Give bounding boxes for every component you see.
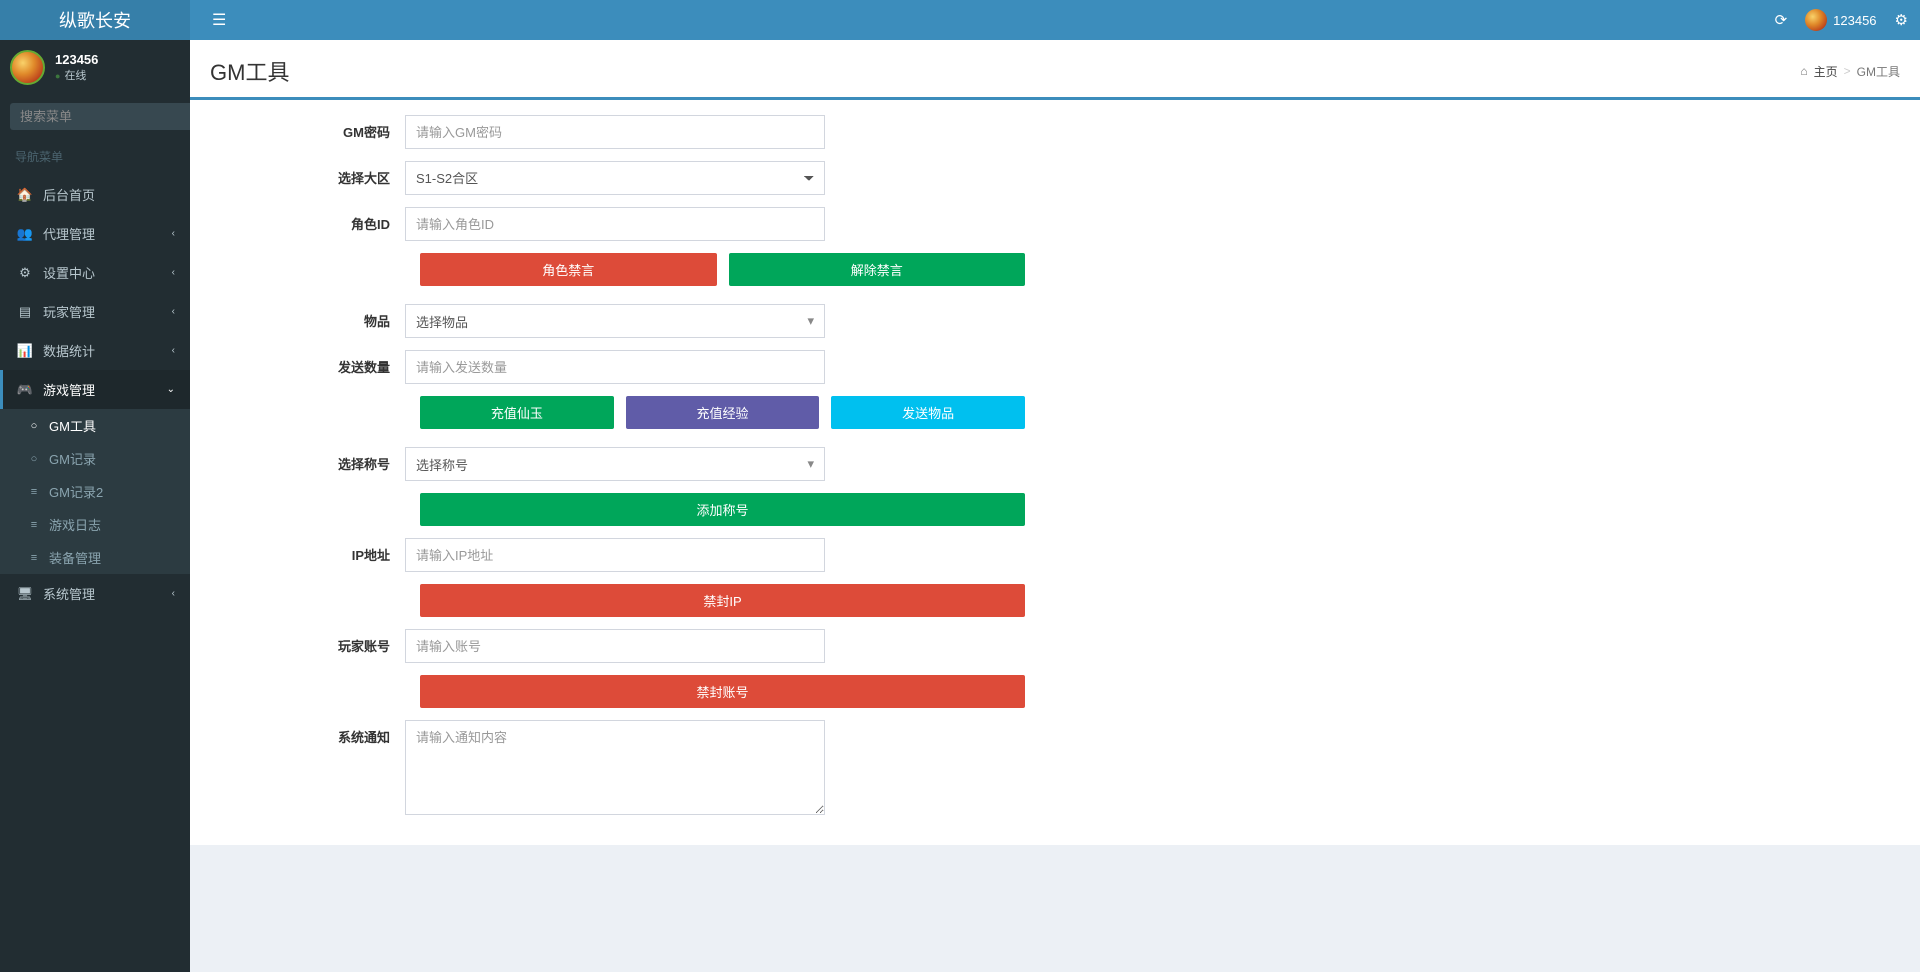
chevron-left-icon: ‹ [172, 588, 175, 599]
unban-role-button[interactable]: 解除禁言 [729, 253, 1026, 286]
zone-select[interactable]: S1-S2合区 [405, 161, 825, 195]
notice-textarea[interactable] [405, 720, 825, 815]
nav-settings[interactable]: ⚙ 设置中心 ‹ [0, 253, 190, 292]
nav-player[interactable]: ▤ 玩家管理 ‹ [0, 292, 190, 331]
title-label: 选择称号 [205, 447, 405, 473]
chevron-down-icon: ⌄ [167, 384, 175, 395]
chevron-left-icon: ‹ [172, 345, 175, 356]
sub-gm-log[interactable]: ○ GM记录 [0, 442, 190, 475]
gm-password-input[interactable] [405, 115, 825, 149]
nav-stats[interactable]: 📊 数据统计 ‹ [0, 331, 190, 370]
user-status: 在线 [55, 69, 98, 84]
cogs-icon: ⚙ [15, 265, 35, 281]
chevron-left-icon: ‹ [172, 228, 175, 239]
content-header: GM工具 ⌂ 主页 > GM工具 [190, 40, 1920, 100]
hamburger-icon[interactable]: ☰ [202, 10, 236, 30]
nav-system[interactable]: 🖥 系统管理 ‹ [0, 574, 190, 613]
avatar [10, 50, 45, 85]
title-select[interactable]: 选择称号 [405, 447, 825, 481]
add-title-button[interactable]: 添加称号 [420, 493, 1025, 526]
recharge-exp-button[interactable]: 充值经验 [626, 396, 820, 429]
circle-icon: ○ [25, 420, 43, 432]
desktop-icon: 🖥 [15, 586, 35, 602]
file-icon: ▤ [15, 304, 35, 320]
nav-game[interactable]: 🎮 游戏管理 ⌄ [0, 370, 190, 409]
nav-header: 导航菜单 [0, 138, 190, 175]
chart-icon: 📊 [15, 343, 35, 359]
item-label: 物品 [205, 304, 405, 330]
dashboard-icon: ⌂ [1800, 64, 1807, 78]
nav-agent[interactable]: 👥 代理管理 ‹ [0, 214, 190, 253]
home-icon: 🏠 [15, 187, 35, 203]
game-sublist: ○ GM工具 ○ GM记录 ≡ GM记录2 ≡ 游戏日志 ≡ 装备管理 [0, 409, 190, 574]
search-input[interactable] [10, 103, 206, 130]
sub-game-log[interactable]: ≡ 游戏日志 [0, 508, 190, 541]
nav-label: 系统管理 [43, 584, 95, 603]
refresh-icon[interactable]: ⟳ [1775, 11, 1788, 29]
ban-account-button[interactable]: 禁封账号 [420, 675, 1025, 708]
main: ☰ ⟳ 123456 ⚙ GM工具 ⌂ 主页 > GM工具 [190, 0, 1920, 972]
ip-input[interactable] [405, 538, 825, 572]
sub-equipment[interactable]: ≡ 装备管理 [0, 541, 190, 574]
nav-label: 设置中心 [43, 263, 95, 282]
list-icon: ≡ [25, 486, 43, 498]
top-username: 123456 [1833, 13, 1876, 28]
breadcrumb-sep: > [1844, 64, 1851, 78]
ban-ip-button[interactable]: 禁封IP [420, 584, 1025, 617]
sub-gm-tool[interactable]: ○ GM工具 [0, 409, 190, 442]
send-qty-label: 发送数量 [205, 350, 405, 376]
nav-home[interactable]: 🏠 后台首页 [0, 175, 190, 214]
user-name: 123456 [55, 51, 98, 69]
gm-form: GM密码 选择大区 S1-S2合区 角色ID [190, 115, 1090, 818]
nav-label: 游戏管理 [43, 380, 95, 399]
role-id-label: 角色ID [205, 207, 405, 233]
gm-password-label: GM密码 [205, 115, 405, 141]
zone-label: 选择大区 [205, 161, 405, 187]
sidebar-search: 🔍 [0, 95, 190, 138]
sub-label: GM记录2 [49, 482, 103, 501]
ip-label: IP地址 [205, 538, 405, 564]
circle-icon: ○ [25, 453, 43, 465]
chevron-left-icon: ‹ [172, 267, 175, 278]
top-user[interactable]: 123456 [1805, 9, 1876, 31]
nav-label: 数据统计 [43, 341, 95, 360]
sub-label: GM记录 [49, 449, 96, 468]
item-select[interactable]: 选择物品 [405, 304, 825, 338]
nav-label: 后台首页 [43, 185, 95, 204]
content: GM密码 选择大区 S1-S2合区 角色ID [190, 100, 1920, 845]
chevron-left-icon: ‹ [172, 306, 175, 317]
breadcrumb-current: GM工具 [1857, 63, 1900, 80]
sub-label: 游戏日志 [49, 515, 101, 534]
account-input[interactable] [405, 629, 825, 663]
account-label: 玩家账号 [205, 629, 405, 655]
users-icon: 👥 [15, 226, 35, 242]
avatar [1805, 9, 1827, 31]
sidebar: 纵歌长安 123456 在线 🔍 导航菜单 🏠 后台首页 👥 代理管理 ‹ [0, 0, 190, 972]
send-qty-input[interactable] [405, 350, 825, 384]
list-icon: ≡ [25, 519, 43, 531]
nav-list: 🏠 后台首页 👥 代理管理 ‹ ⚙ 设置中心 ‹ ▤ 玩家管理 ‹ 📊 数据统计 [0, 175, 190, 613]
sub-label: GM工具 [49, 416, 96, 435]
breadcrumb-home[interactable]: 主页 [1814, 63, 1838, 80]
gamepad-icon: 🎮 [15, 382, 35, 398]
app-logo[interactable]: 纵歌长安 [0, 0, 190, 40]
nav-label: 玩家管理 [43, 302, 95, 321]
page-title: GM工具 [210, 55, 289, 87]
notice-label: 系统通知 [205, 720, 405, 746]
send-item-button[interactable]: 发送物品 [831, 396, 1025, 429]
list-icon: ≡ [25, 552, 43, 564]
sub-label: 装备管理 [49, 548, 101, 567]
user-panel: 123456 在线 [0, 40, 190, 95]
ban-role-button[interactable]: 角色禁言 [420, 253, 717, 286]
role-id-input[interactable] [405, 207, 825, 241]
sub-gm-log2[interactable]: ≡ GM记录2 [0, 475, 190, 508]
nav-label: 代理管理 [43, 224, 95, 243]
top-nav: ☰ ⟳ 123456 ⚙ [190, 0, 1920, 40]
recharge-jade-button[interactable]: 充值仙玉 [420, 396, 614, 429]
share-icon[interactable]: ⚙ [1895, 11, 1908, 29]
breadcrumb: ⌂ 主页 > GM工具 [1800, 63, 1900, 80]
